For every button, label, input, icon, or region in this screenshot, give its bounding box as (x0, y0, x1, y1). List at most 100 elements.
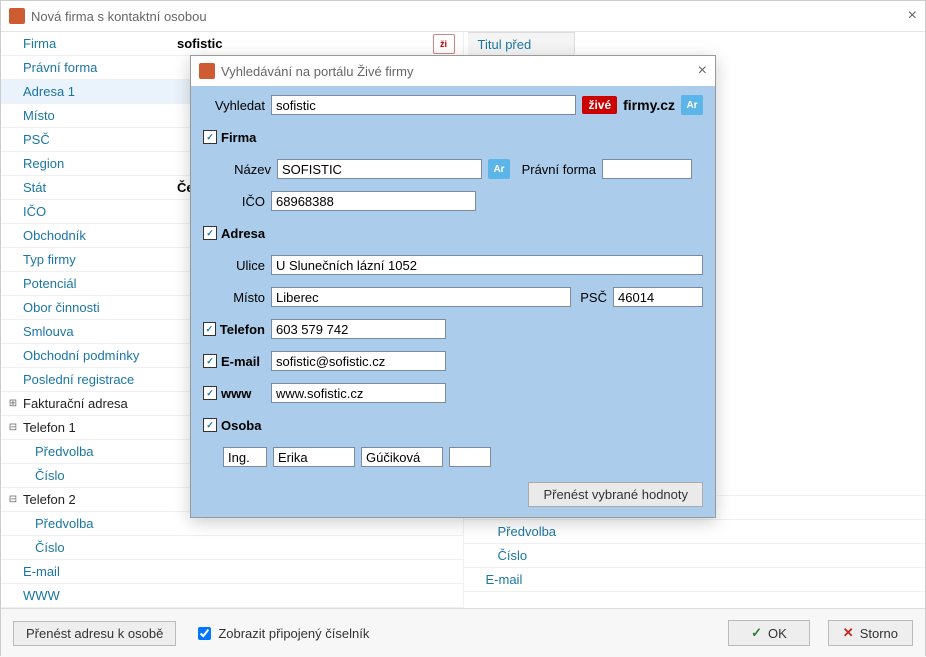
firma-checkbox[interactable]: ✓Firma (203, 130, 256, 145)
row-label: Číslo (31, 468, 185, 483)
form-row[interactable]: WWW (1, 584, 463, 608)
ulice-row: Ulice (203, 252, 703, 278)
nazev-label: Název (209, 162, 271, 177)
row-label: Typ firmy (19, 252, 173, 267)
telefon-input[interactable] (271, 319, 446, 339)
bottom-bar: Přenést adresu k osobě Zobrazit připojen… (1, 608, 925, 657)
osoba-first-input[interactable] (273, 447, 355, 467)
row-label: Předvolba (494, 524, 648, 539)
row-label: Stát (19, 180, 173, 195)
window-title: Nová firma s kontaktní osobou (31, 9, 885, 24)
modal-footer: Přenést vybrané hodnoty (203, 476, 703, 507)
search-label: Vyhledat (203, 98, 265, 113)
row-label: Předvolba (31, 444, 185, 459)
nazev-input[interactable] (277, 159, 482, 179)
row-label: Adresa 1 (19, 84, 173, 99)
app-icon (199, 63, 215, 79)
misto-row: Místo PSČ (203, 284, 703, 310)
row-label: Místo (19, 108, 173, 123)
osoba-suffix-input[interactable] (449, 447, 491, 467)
osoba-row (203, 444, 703, 470)
row-label: WWW (19, 588, 173, 603)
row-label: Poslední registrace (19, 372, 173, 387)
search-row: Vyhledat živé firmy.cz Ar (203, 92, 703, 118)
modal-titlebar: Vyhledávání na portálu Živé firmy × (191, 56, 715, 86)
pravni-forma-label: Právní forma (516, 162, 596, 177)
osoba-title-input[interactable] (223, 447, 267, 467)
expander-icon[interactable]: ⊟ (7, 422, 19, 433)
row-label: Firma (19, 36, 173, 51)
x-icon: ✕ (843, 625, 854, 641)
misto-label: Místo (203, 290, 265, 305)
titlebar: Nová firma s kontaktní osobou × (1, 1, 925, 32)
row-label: Číslo (494, 548, 648, 563)
row-value: sofistic (173, 36, 433, 51)
telefon-checkbox[interactable]: ✓Telefon (203, 322, 265, 337)
nazev-row: Název Ar Právní forma (203, 156, 703, 182)
app-icon (9, 8, 25, 24)
firma-check-row: ✓Firma (203, 124, 703, 150)
ulice-input[interactable] (271, 255, 703, 275)
osoba-checkbox[interactable]: ✓Osoba (203, 418, 261, 433)
row-label: Obchodník (19, 228, 173, 243)
email-input[interactable] (271, 351, 446, 371)
row-label: Fakturační adresa (19, 396, 173, 411)
misto-input[interactable] (271, 287, 571, 307)
tab-titul-pred[interactable]: Titul před (468, 32, 575, 56)
row-label: Obor činnosti (19, 300, 173, 315)
row-label: PSČ (19, 132, 173, 147)
row-label: IČO (19, 204, 173, 219)
osoba-last-input[interactable] (361, 447, 443, 467)
expander-icon[interactable]: ⊟ (7, 494, 19, 505)
form-row[interactable]: E-mail (1, 560, 463, 584)
close-icon[interactable]: × (683, 62, 707, 80)
row-label: Číslo (31, 540, 185, 555)
psc-label: PSČ (577, 290, 607, 305)
show-linked-checkbox[interactable]: Zobrazit připojený číselník (194, 624, 369, 643)
row-label: E-mail (19, 564, 173, 579)
check-icon: ✓ (751, 625, 762, 641)
www-input[interactable] (271, 383, 446, 403)
email-checkbox[interactable]: ✓E-mail (203, 354, 265, 369)
ulice-label: Ulice (203, 258, 265, 273)
psc-input[interactable] (613, 287, 703, 307)
ico-label: IČO (203, 194, 265, 209)
adresa-check-row: ✓Adresa (203, 220, 703, 246)
row-label: Obchodní podmínky (19, 348, 173, 363)
row-label: Potenciál (19, 276, 173, 291)
ares-icon[interactable]: Ar (488, 159, 510, 179)
osoba-check-row: ✓Osoba (203, 412, 703, 438)
form-row[interactable]: Číslo (464, 544, 926, 568)
show-linked-input[interactable] (198, 627, 211, 640)
row-label: Telefon 1 (19, 420, 173, 435)
search-dialog: Vyhledávání na portálu Živé firmy × Vyhl… (190, 55, 716, 518)
lookup-icon[interactable]: ži (433, 34, 455, 54)
cancel-button[interactable]: ✕ Storno (828, 620, 913, 646)
row-label: Právní forma (19, 60, 173, 75)
pravni-forma-input[interactable] (602, 159, 692, 179)
row-label: Předvolba (31, 516, 185, 531)
brand-left: živé (582, 96, 617, 114)
row-label: E-mail (482, 572, 636, 587)
form-row[interactable]: Číslo (1, 536, 463, 560)
form-row[interactable]: Předvolba (464, 520, 926, 544)
brand: živé firmy.cz Ar (582, 95, 703, 115)
row-label: Telefon 2 (19, 492, 173, 507)
ares-icon[interactable]: Ar (681, 95, 703, 115)
expander-icon[interactable]: ⊞ (7, 398, 19, 409)
transfer-values-button[interactable]: Přenést vybrané hodnoty (528, 482, 703, 507)
row-label: Region (19, 156, 173, 171)
transfer-address-button[interactable]: Přenést adresu k osobě (13, 621, 176, 646)
modal-title: Vyhledávání na portálu Živé firmy (221, 64, 683, 79)
row-label: Smlouva (19, 324, 173, 339)
www-checkbox[interactable]: ✓www (203, 386, 265, 401)
form-row[interactable]: E-mail (464, 568, 926, 592)
ok-button[interactable]: ✓ OK (728, 620, 810, 646)
ico-input[interactable] (271, 191, 476, 211)
adresa-checkbox[interactable]: ✓Adresa (203, 226, 265, 241)
close-icon[interactable]: × (885, 7, 917, 25)
form-row[interactable]: Firmasofisticži (1, 32, 463, 56)
ico-row: IČO (203, 188, 703, 214)
modal-body: Vyhledat živé firmy.cz Ar ✓Firma Název A… (191, 86, 715, 517)
search-input[interactable] (271, 95, 576, 115)
